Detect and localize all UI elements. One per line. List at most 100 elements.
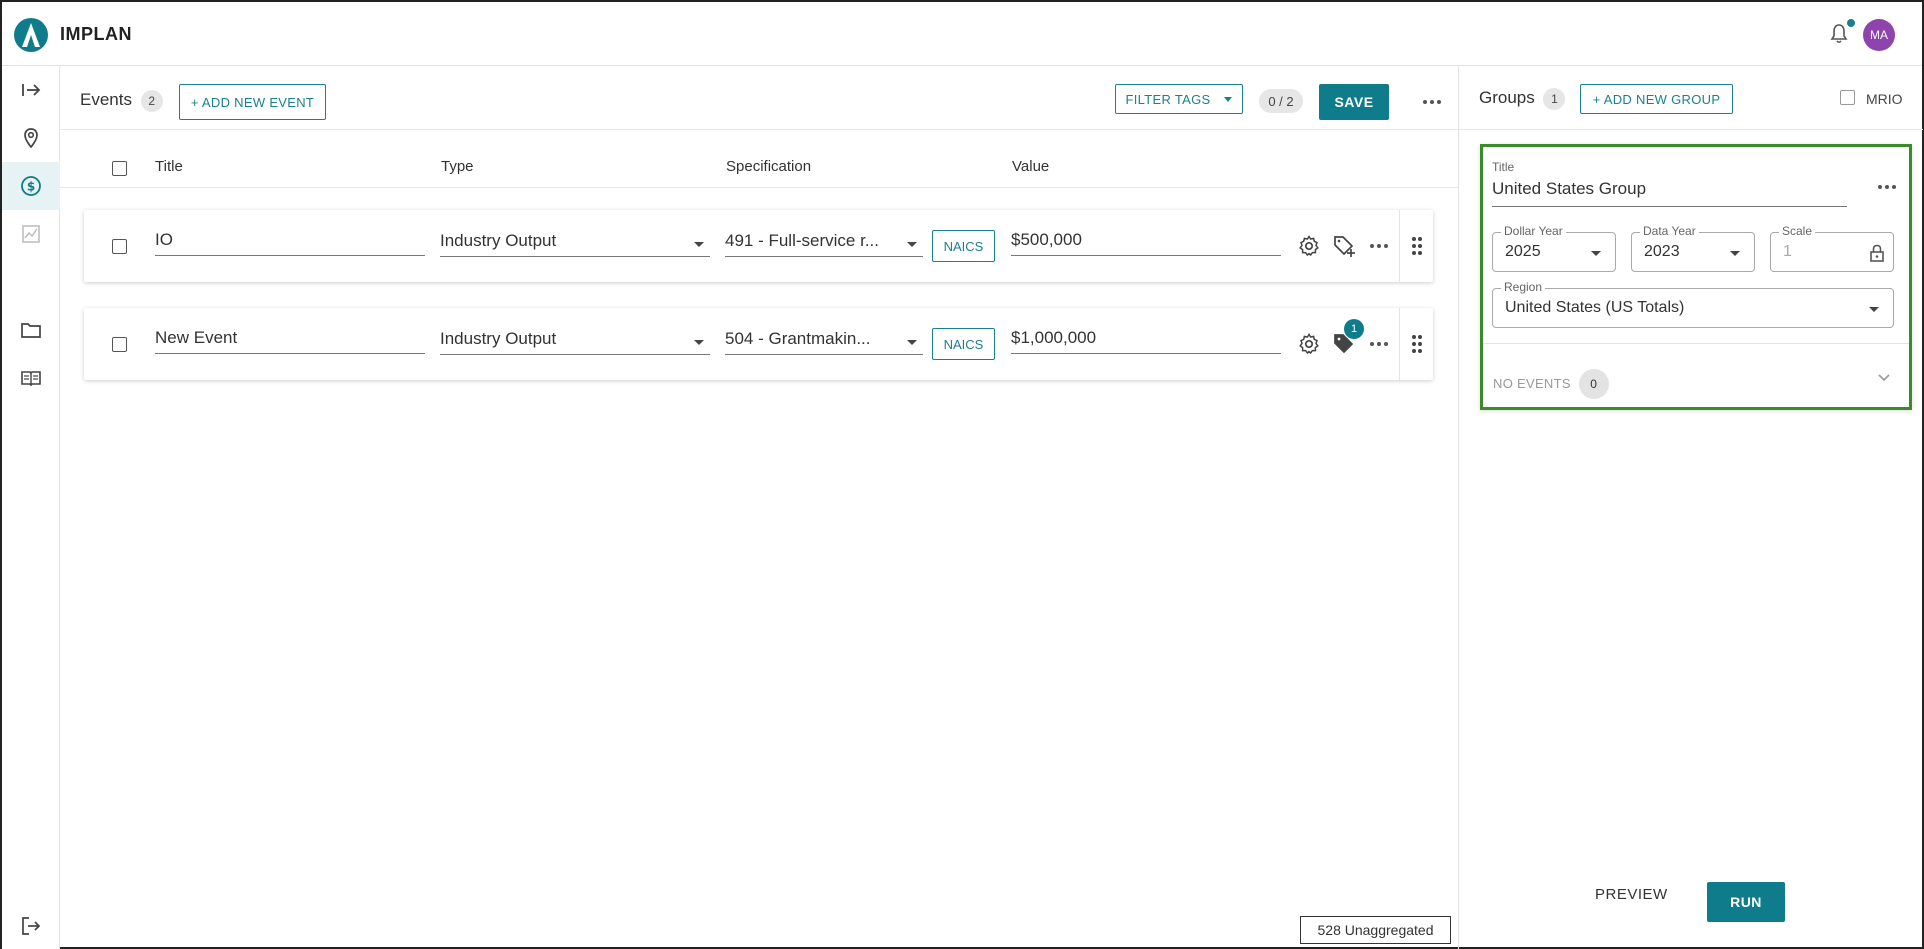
dollar-year-value: 2025	[1505, 243, 1541, 260]
drag-handle-icon	[1411, 335, 1422, 353]
chart-line-icon	[22, 225, 40, 243]
chevron-down-icon	[1224, 96, 1233, 102]
rail-regions[interactable]	[2, 114, 60, 162]
dollar-year-select[interactable]: 2025	[1492, 232, 1616, 272]
lock-icon[interactable]	[1868, 243, 1886, 263]
group-title-label: Title	[1492, 160, 1515, 174]
logout-icon	[22, 917, 41, 935]
event-type-select[interactable]: Industry Output	[440, 327, 710, 355]
save-button[interactable]: SAVE	[1319, 84, 1389, 120]
column-type: Type	[441, 158, 474, 175]
event-row-checkbox[interactable]	[112, 337, 127, 352]
column-value: Value	[1012, 158, 1050, 175]
app-window: IMPLAN MA $ Events 2 + ADD NEW EVENT FIL…	[0, 0, 1924, 949]
chevron-down-icon	[1730, 251, 1740, 256]
groups-panel: Groups 1 + ADD NEW GROUP MRIO Title Unit…	[1458, 66, 1923, 949]
event-type-select[interactable]: Industry Output	[440, 229, 710, 257]
events-panel: Events 2 + ADD NEW EVENT FILTER TAGS 0 /…	[60, 66, 1458, 949]
book-icon	[21, 371, 41, 387]
svg-text:$: $	[27, 180, 35, 194]
chevron-down-icon	[694, 242, 704, 247]
event-type-value: Industry Output	[440, 329, 557, 348]
scale-input[interactable]: 1	[1770, 232, 1894, 272]
select-all-checkbox[interactable]	[112, 161, 127, 176]
folder-icon	[21, 323, 41, 338]
top-bar: IMPLAN MA	[2, 2, 1922, 66]
tag-count-badge: 1	[1344, 319, 1364, 339]
rail-projects[interactable]	[2, 306, 60, 354]
gear-icon[interactable]	[1297, 234, 1321, 258]
group-more-menu-icon[interactable]	[1875, 175, 1899, 199]
groups-count-badge: 1	[1543, 88, 1566, 110]
mrio-label: MRIO	[1866, 91, 1903, 107]
preview-button[interactable]: PREVIEW	[1595, 886, 1668, 903]
event-row-checkbox[interactable]	[112, 239, 127, 254]
mrio-checkbox[interactable]	[1840, 90, 1855, 105]
chevron-down-icon	[907, 242, 917, 247]
add-tag-icon[interactable]	[1332, 234, 1356, 258]
event-specification-select[interactable]: 504 - Grantmakin...	[725, 327, 923, 355]
chevron-down-icon	[1591, 251, 1601, 256]
data-year-value: 2023	[1644, 243, 1680, 260]
chevron-down-icon[interactable]	[1877, 373, 1891, 383]
chevron-down-icon	[694, 340, 704, 345]
gear-icon[interactable]	[1297, 332, 1321, 356]
rail-results[interactable]	[2, 210, 60, 258]
groups-toolbar: Groups 1 + ADD NEW GROUP MRIO	[1459, 66, 1923, 130]
selection-count-badge: 0 / 2	[1259, 89, 1303, 113]
region-value: United States (US Totals)	[1505, 299, 1685, 316]
location-pin-icon	[24, 128, 38, 149]
event-value-input[interactable]: $1,000,000	[1011, 326, 1281, 354]
event-value-input[interactable]: $500,000	[1011, 228, 1281, 256]
rail-expand[interactable]	[2, 66, 60, 114]
region-select[interactable]: United States (US Totals)	[1492, 288, 1894, 328]
unaggregated-indicator: 528 Unaggregated	[1300, 916, 1451, 944]
naics-code-button[interactable]: NAICS	[932, 328, 995, 360]
scale-value: 1	[1783, 243, 1792, 260]
brand-name: IMPLAN	[60, 24, 132, 44]
groups-heading: Groups 1	[1479, 88, 1566, 110]
no-events-label: NO EVENTS	[1493, 376, 1571, 391]
row-more-menu-icon[interactable]	[1367, 332, 1391, 356]
event-specification-value: 504 - Grantmakin...	[725, 329, 871, 348]
user-avatar[interactable]: MA	[1863, 19, 1895, 51]
filter-tags-dropdown[interactable]: FILTER TAGS	[1115, 84, 1243, 114]
no-events-row[interactable]: NO EVENTS 0	[1493, 369, 1609, 399]
group-title-input[interactable]: United States Group	[1492, 177, 1847, 207]
event-row: New Event Industry Output 504 - Grantmak…	[84, 308, 1433, 380]
events-heading: Events 2	[80, 90, 163, 112]
event-title-input[interactable]: IO	[155, 228, 425, 256]
region-label: Region	[1501, 280, 1546, 294]
scale-label: Scale	[1779, 224, 1816, 238]
implan-logo-icon[interactable]	[14, 18, 48, 52]
data-year-select[interactable]: 2023	[1631, 232, 1755, 272]
divider	[1483, 343, 1909, 344]
event-row: IO Industry Output 491 - Full-service r.…	[84, 210, 1433, 282]
events-toolbar: Events 2 + ADD NEW EVENT FILTER TAGS 0 /…	[60, 66, 1458, 130]
rail-logout[interactable]	[2, 902, 60, 949]
rail-help[interactable]	[2, 354, 60, 402]
drag-handle-icon	[1411, 237, 1422, 255]
events-title: Events	[80, 90, 132, 109]
naics-code-button[interactable]: NAICS	[932, 230, 995, 262]
events-more-menu-icon[interactable]	[1420, 90, 1444, 114]
event-specification-value: 491 - Full-service r...	[725, 231, 879, 250]
column-title: Title	[155, 158, 183, 175]
rail-impacts[interactable]: $	[2, 162, 60, 210]
run-button[interactable]: RUN	[1707, 882, 1785, 922]
events-column-header: Title Type Specification Value	[60, 148, 1458, 188]
data-year-label: Data Year	[1640, 224, 1699, 238]
chevron-down-icon	[1869, 307, 1879, 312]
event-specification-select[interactable]: 491 - Full-service r...	[725, 229, 923, 257]
filter-tags-label: FILTER TAGS	[1125, 91, 1211, 107]
row-more-menu-icon[interactable]	[1367, 234, 1391, 258]
group-card: Title United States Group 2025 Dollar Ye…	[1480, 144, 1912, 410]
chevron-down-icon	[907, 340, 917, 345]
drag-handle[interactable]	[1399, 210, 1433, 282]
left-nav-rail: $	[2, 66, 60, 949]
drag-handle[interactable]	[1399, 308, 1433, 380]
event-title-input[interactable]: New Event	[155, 326, 425, 354]
add-new-event-button[interactable]: + ADD NEW EVENT	[179, 84, 326, 120]
notification-dot	[1847, 19, 1855, 27]
add-new-group-button[interactable]: + ADD NEW GROUP	[1580, 84, 1733, 114]
